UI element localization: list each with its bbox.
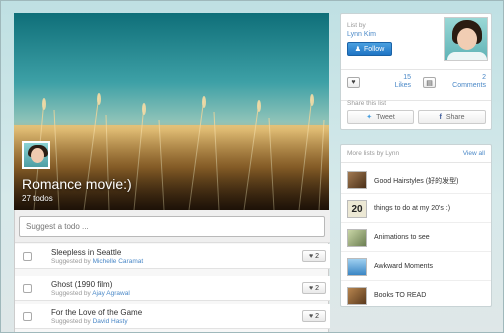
heart-icon: ♥	[351, 79, 356, 86]
more-list-item[interactable]: Awkward Moments	[341, 253, 491, 281]
list-thumbnail: 20	[347, 200, 367, 218]
list-info-card: List by Lynn Kim ♟ Follow ♥ 15 Likes ▤ 2…	[340, 13, 492, 130]
tweet-button[interactable]: ✦ Tweet	[347, 110, 414, 124]
suggester-link[interactable]: Ajay Agrawal	[92, 290, 130, 297]
more-lists-card: More lists by Lynn View all Good Hairsty…	[340, 144, 492, 307]
list-cover-image: Romance movie:) 27 todos	[14, 13, 329, 210]
todo-title[interactable]: Sleepless in Seattle	[51, 248, 121, 257]
likes-label[interactable]: Likes	[371, 82, 411, 89]
likes-count[interactable]: 15	[381, 74, 411, 81]
list-thumbnail	[347, 171, 367, 189]
suggest-bar	[15, 210, 330, 243]
author-photo[interactable]	[444, 17, 488, 61]
todo-checkbox[interactable]	[23, 312, 32, 321]
facebook-share-button[interactable]: f Share	[418, 110, 486, 124]
list-by-label: List by	[347, 22, 366, 29]
list-title: Romance movie:)	[22, 176, 132, 192]
heart-icon: ♥	[308, 252, 314, 260]
facebook-icon: f	[439, 113, 442, 121]
stats-row: ♥ 15 Likes ▤ 2 Comments	[341, 69, 491, 101]
heart-icon: ♥	[308, 312, 314, 320]
list-thumbnail	[347, 229, 367, 247]
todo-panel: Sleepless in Seattle Suggested by Michel…	[14, 210, 330, 332]
like-button[interactable]: ♥ 2	[302, 310, 326, 322]
share-label: Share this list	[347, 100, 387, 107]
like-button[interactable]: ♥ 2	[302, 250, 326, 262]
twitter-bird-icon: ✦	[366, 114, 373, 121]
suggest-todo-input[interactable]	[19, 216, 325, 237]
follow-button[interactable]: ♟ Follow	[347, 42, 392, 56]
todo-title[interactable]: For the Love of the Game	[51, 308, 142, 317]
more-list-item[interactable]: Books TO READ	[341, 282, 491, 310]
list-thumbnail	[347, 287, 367, 305]
todo-item: Ghost (1990 film) Suggested by Ajay Agra…	[15, 276, 330, 301]
user-icon: ♟	[354, 46, 362, 53]
todo-item: For the Love of the Game Suggested by Da…	[15, 304, 330, 329]
suggester-link[interactable]: Michelle Caramat	[93, 258, 144, 265]
todo-item: Sleepless in Seattle Suggested by Michel…	[15, 244, 330, 269]
comments-count[interactable]: 2	[456, 74, 486, 81]
todo-suggested-by: Suggested by Michelle Caramat	[51, 258, 144, 265]
todo-suggested-by: Suggested by David Hasty	[51, 318, 128, 325]
heart-icon: ♥	[308, 284, 314, 292]
comment-button[interactable]: ▤	[423, 77, 436, 88]
list-thumbnail	[347, 258, 367, 276]
more-list-item[interactable]: 20 things to do at my 20's :)	[341, 195, 491, 223]
todo-checkbox[interactable]	[23, 284, 32, 293]
more-list-item[interactable]: Good Hairstyles (好的发型)	[341, 166, 491, 194]
page-frame: Romance movie:) 27 todos Sleepless in Se…	[0, 0, 504, 333]
todo-count: 27 todos	[22, 194, 53, 203]
owner-avatar[interactable]	[22, 141, 50, 169]
view-all-link[interactable]: View all	[463, 150, 485, 157]
comment-icon: ▤	[426, 79, 433, 87]
more-list-item[interactable]: Animations to see	[341, 224, 491, 252]
like-button[interactable]: ♥ 2	[302, 282, 326, 294]
more-lists-title: More lists by Lynn	[347, 150, 400, 157]
more-lists-header: More lists by Lynn View all	[341, 145, 491, 163]
comments-label[interactable]: Comments	[446, 82, 486, 89]
todo-checkbox[interactable]	[23, 252, 32, 261]
todo-title[interactable]: Ghost (1990 film)	[51, 280, 112, 289]
suggester-link[interactable]: David Hasty	[93, 318, 128, 325]
like-list-button[interactable]: ♥	[347, 77, 360, 88]
todo-suggested-by: Suggested by Ajay Agrawal	[51, 290, 130, 297]
author-name-link[interactable]: Lynn Kim	[347, 31, 376, 38]
